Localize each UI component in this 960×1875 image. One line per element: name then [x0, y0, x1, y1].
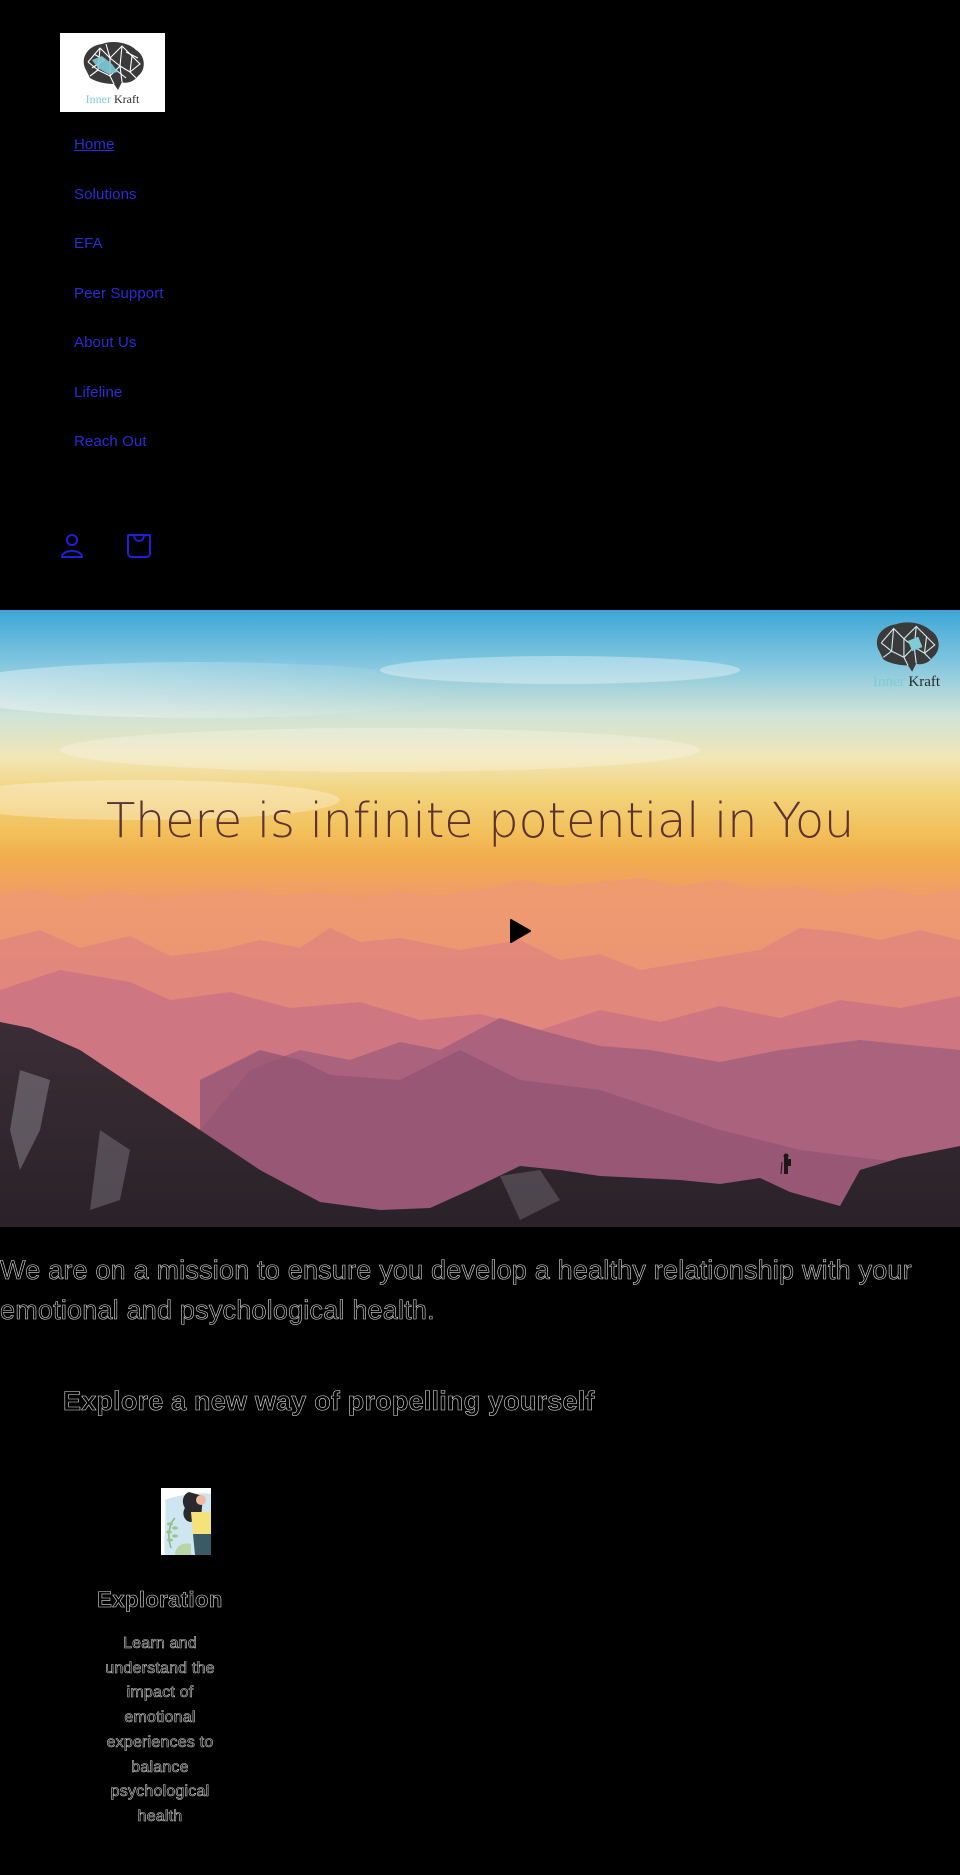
brain-logo-icon: [83, 42, 144, 90]
card-title: Exploration: [97, 1587, 223, 1613]
nav-item-lifeline[interactable]: Lifeline: [74, 384, 164, 434]
site-logo[interactable]: Inner Kraft: [60, 33, 165, 112]
hero-logo: Inner Kraft: [859, 620, 954, 690]
nav-item-about-us[interactable]: About Us: [74, 334, 164, 384]
logo-wordmark: Inner Kraft: [85, 92, 140, 106]
play-video-button[interactable]: [508, 918, 532, 944]
nav-item-solutions[interactable]: Solutions: [74, 186, 164, 236]
exploration-illustration: [161, 1488, 211, 1555]
section-heading: Explore a new way of propelling yourself: [63, 1386, 595, 1417]
brain-logo-icon: [876, 622, 939, 672]
nav-item-efa[interactable]: EFA: [74, 235, 164, 285]
hero-title: There is infinite potential in You: [105, 793, 855, 849]
account-button[interactable]: [57, 530, 87, 562]
nav-item-home[interactable]: Home: [74, 136, 164, 186]
cart-icon: [127, 534, 151, 558]
nav-item-reach-out[interactable]: Reach Out: [74, 433, 164, 483]
mission-statement: We are on a mission to ensure you develo…: [0, 1255, 912, 1326]
card-description: Learn and understand the impact of emoti…: [105, 1635, 215, 1826]
logo-wordmark: Inner Kraft: [872, 674, 941, 690]
mountain-landscape-image: [0, 656, 960, 1227]
feature-card: Exploration Learn and understand the imp…: [90, 1488, 230, 1830]
hero-banner: Inner Kraft There is infinite potential …: [0, 610, 960, 1227]
nav-item-peer-support[interactable]: Peer Support: [74, 285, 164, 335]
cart-button[interactable]: [124, 530, 154, 562]
main-nav: Home Solutions EFA Peer Support About Us…: [74, 136, 164, 483]
account-icon: [61, 534, 83, 558]
play-icon: [510, 919, 531, 943]
